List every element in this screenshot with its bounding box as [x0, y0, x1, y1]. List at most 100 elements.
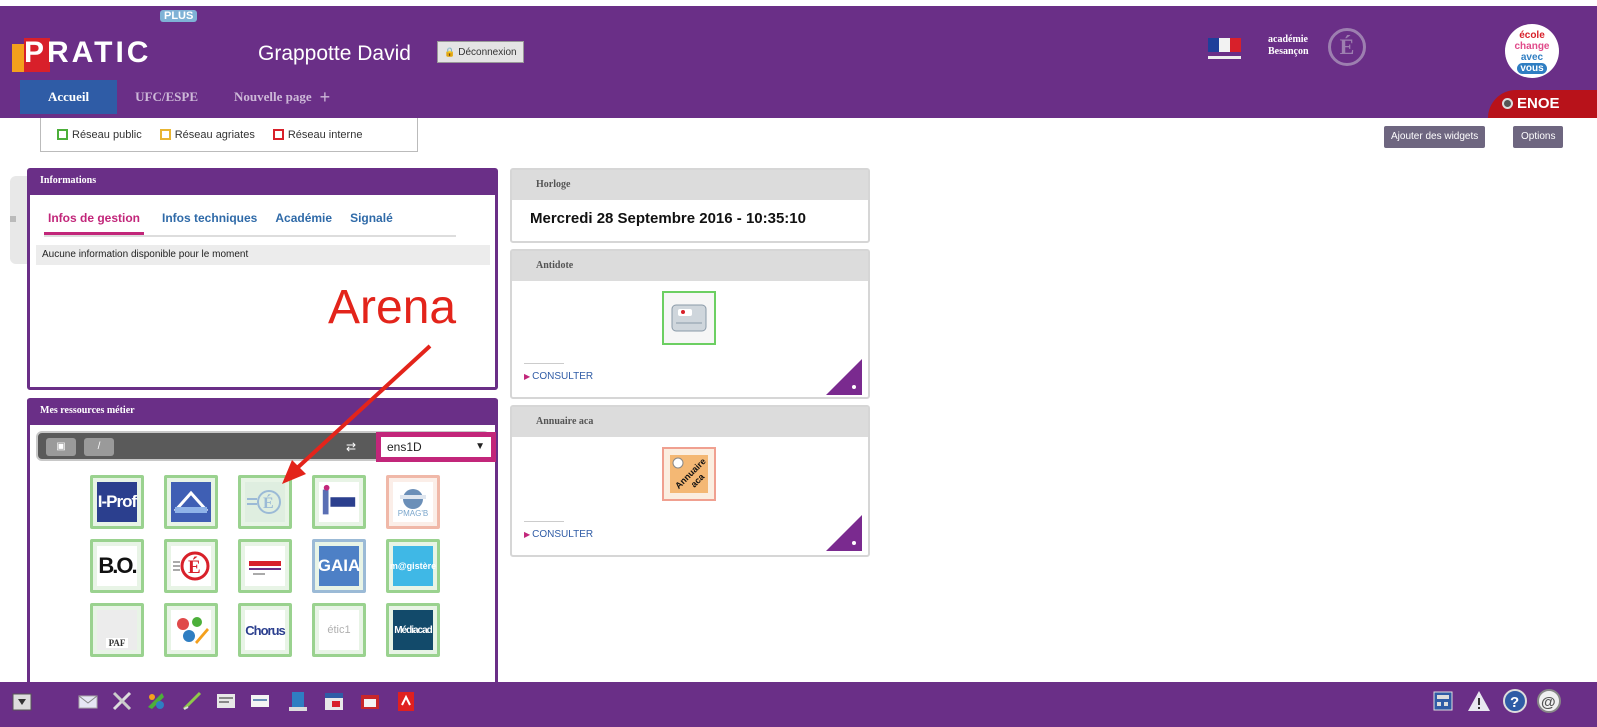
- clock-widget: Horloge Mercredi 28 Septembre 2016 - 10:…: [510, 168, 870, 243]
- pratic-logo[interactable]: PRATIC PLUS: [12, 10, 202, 74]
- play-icon: ▶: [524, 530, 531, 539]
- republique-francaise-logo: [1200, 34, 1248, 70]
- taskbar: ? @: [0, 682, 1597, 727]
- tab-infos-gestion[interactable]: Infos de gestion: [44, 211, 145, 235]
- help-icon[interactable]: ?: [1502, 688, 1528, 714]
- antidote-widget: Antidote ▶ CONSULTER: [510, 249, 870, 399]
- tile-gaia[interactable]: GAIA: [312, 539, 366, 593]
- tile-webmail[interactable]: [164, 475, 218, 529]
- palette-icon[interactable]: [144, 689, 170, 713]
- tile-education-nationale[interactable]: É: [164, 539, 218, 593]
- chorus-icon: Chorus: [245, 610, 286, 650]
- info-message: Aucune information disponible pour le mo…: [36, 245, 490, 265]
- edit-button[interactable]: /: [84, 438, 114, 456]
- lock-icon: 🔒: [444, 47, 456, 57]
- profile-select[interactable]: ens1D ▼: [376, 432, 496, 462]
- tile-bo[interactable]: B.O.: [90, 539, 144, 593]
- tile-chorus[interactable]: Chorus: [238, 603, 292, 657]
- menu-icon[interactable]: [10, 689, 36, 713]
- gaia-icon: GAIA: [318, 546, 360, 586]
- webmail-icon: [171, 482, 211, 522]
- legend-item-public: Réseau public: [57, 129, 142, 141]
- logout-label: Déconnexion: [458, 47, 517, 58]
- tile-pedagogie[interactable]: [164, 603, 218, 657]
- chevron-down-icon: ▼: [475, 441, 485, 452]
- pedagogie-icon: [171, 610, 211, 650]
- tile-eduscol[interactable]: [312, 475, 366, 529]
- tile-etic1[interactable]: étic1: [312, 603, 366, 657]
- enoe-label: ENOE: [1517, 95, 1560, 112]
- power-icon: [1502, 98, 1513, 109]
- legend-item-agriates: Réseau agriates: [159, 129, 255, 141]
- warning-icon[interactable]: [1466, 688, 1492, 714]
- document-icon[interactable]: [214, 689, 240, 713]
- legend-item-interne: Réseau interne: [272, 129, 362, 141]
- at-icon[interactable]: @: [1536, 688, 1562, 714]
- logout-button[interactable]: 🔒 Déconnexion: [437, 41, 524, 63]
- academie-text: académie Besançon: [1268, 34, 1309, 57]
- annuaire-app-icon[interactable]: Annuaire aca: [662, 447, 716, 501]
- svg-text:É: É: [263, 493, 274, 512]
- paf-icon: PAF: [97, 610, 137, 650]
- page-tabs: Accueil UFC/ESPE Nouvelle page +: [20, 80, 330, 114]
- tile-esidmag[interactable]: PMAG'B: [386, 475, 440, 529]
- widget-title: Antidote: [512, 251, 868, 281]
- widget-title: Annuaire aca: [512, 407, 868, 437]
- tile-mediacad[interactable]: Médiacad: [386, 603, 440, 657]
- clock-datetime: Mercredi 28 Septembre 2016 - 10:35:10: [530, 210, 806, 227]
- pratic-portal: PRATIC PLUS Grappotte David 🔒 Déconnexion…: [0, 0, 1597, 727]
- tab-infos-techniques[interactable]: Infos techniques: [162, 211, 257, 235]
- legend-swatch: [272, 129, 284, 140]
- tab-ufc-espe[interactable]: UFC/ESPE: [117, 80, 216, 114]
- tile-paf[interactable]: PAF: [90, 603, 144, 657]
- calculator-icon[interactable]: [1430, 688, 1456, 714]
- bo-icon: B.O.: [97, 546, 138, 586]
- header-bar: PRATIC PLUS Grappotte David 🔒 Déconnexion…: [0, 6, 1597, 118]
- add-page-button[interactable]: +: [318, 80, 331, 114]
- tile-iprof[interactable]: I-Prof: [90, 475, 144, 529]
- academie-logo: académie Besançon É: [1268, 24, 1372, 72]
- legend-swatch: [57, 129, 68, 140]
- info-tabs: Infos de gestion Infos techniques Académ…: [44, 211, 456, 237]
- antidote-app-icon[interactable]: [662, 291, 716, 345]
- eduscol-icon: [319, 482, 359, 522]
- resources-toolbar: ▣ / ⇄ ens1D ▼: [36, 431, 496, 462]
- mediacad-icon: Médiacad: [393, 610, 433, 650]
- tab-signale[interactable]: Signalé: [350, 211, 393, 235]
- widget-title: Informations: [30, 171, 495, 195]
- academie-e-icon: É: [1328, 28, 1366, 66]
- tab-academie[interactable]: Académie: [275, 211, 332, 235]
- tools-icon[interactable]: [110, 689, 136, 713]
- informations-widget: Informations Infos de gestion Infos tech…: [27, 168, 498, 390]
- tab-accueil[interactable]: Accueil: [20, 80, 118, 114]
- pdf-icon[interactable]: [394, 689, 420, 713]
- legend-swatch: [159, 129, 171, 140]
- add-widgets-button[interactable]: Ajouter des widgets: [1384, 126, 1486, 148]
- canope-icon: [245, 546, 285, 586]
- archive-icon[interactable]: [286, 689, 312, 713]
- calendar-icon[interactable]: [322, 689, 348, 713]
- enoe-button[interactable]: ENOE: [1488, 90, 1597, 118]
- folder-icon[interactable]: [358, 689, 384, 713]
- sort-icon[interactable]: ⇄: [346, 439, 356, 455]
- pen-icon[interactable]: [180, 689, 206, 713]
- options-button[interactable]: Options: [1513, 126, 1564, 148]
- logo-text: PRATIC: [24, 36, 152, 69]
- consulter-link[interactable]: ▶ CONSULTER: [524, 371, 593, 382]
- mail-icon[interactable]: [76, 689, 102, 713]
- consulter-link[interactable]: ▶ CONSULTER: [524, 529, 593, 540]
- grid-view-button[interactable]: ▣: [46, 438, 76, 456]
- side-panel-handle[interactable]: [10, 176, 28, 264]
- magistere-icon: m@gistère: [390, 546, 436, 586]
- annuaire-widget: Annuaire aca Annuaire aca ▶ CONSULTER: [510, 405, 870, 557]
- education-nationale-icon: É: [171, 546, 211, 586]
- esidmag-icon: PMAG'B: [393, 482, 433, 522]
- tile-arena[interactable]: É: [238, 475, 292, 529]
- tab-nouvelle-page[interactable]: Nouvelle page: [216, 80, 318, 114]
- notes-icon[interactable]: [248, 689, 274, 713]
- expand-corner-icon[interactable]: [826, 359, 862, 395]
- expand-corner-icon[interactable]: [826, 515, 862, 551]
- tile-magistere[interactable]: m@gistère: [386, 539, 440, 593]
- tile-canope[interactable]: [238, 539, 292, 593]
- widget-title: Horloge: [512, 170, 868, 200]
